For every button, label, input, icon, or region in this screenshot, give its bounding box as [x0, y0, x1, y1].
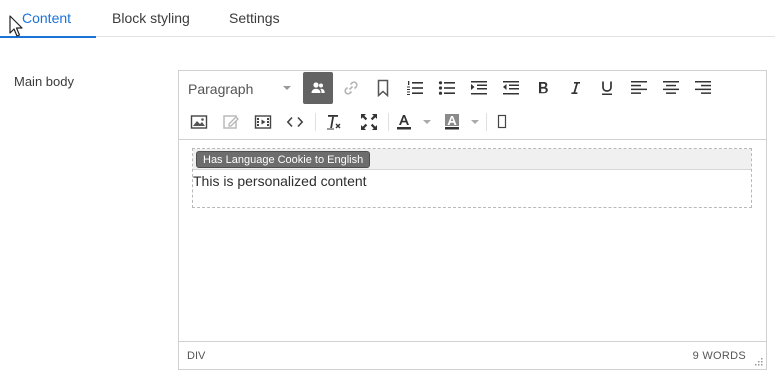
- code-icon: [286, 114, 304, 130]
- outdent-icon: [502, 80, 520, 96]
- ordered-list-button[interactable]: [400, 73, 430, 103]
- align-left-icon: [630, 80, 648, 96]
- insert-image-button[interactable]: [184, 107, 214, 137]
- personalized-block-header: Has Language Cookie to English: [193, 149, 751, 170]
- tab-block-styling[interactable]: Block styling: [112, 0, 190, 37]
- special-char-icon: [496, 114, 508, 130]
- rich-text-editor: Paragraph Has Language Cookie to English…: [178, 70, 767, 370]
- align-center-button[interactable]: [656, 73, 686, 103]
- source-code-button[interactable]: [280, 107, 310, 137]
- resize-handle-icon[interactable]: [754, 357, 763, 366]
- indent-icon: [470, 80, 488, 96]
- tab-settings[interactable]: Settings: [229, 0, 280, 37]
- align-right-button[interactable]: [688, 73, 718, 103]
- text-color-dropdown-icon[interactable]: [423, 120, 431, 124]
- toolbar-separator: [315, 113, 316, 131]
- clear-format-button[interactable]: [319, 107, 349, 137]
- align-center-icon: [662, 80, 680, 96]
- underline-icon: [600, 80, 614, 96]
- format-select-value: Paragraph: [188, 81, 254, 97]
- link-button[interactable]: [336, 73, 366, 103]
- bold-button[interactable]: [528, 73, 558, 103]
- italic-button[interactable]: [560, 73, 590, 103]
- background-color-dropdown-icon[interactable]: [471, 120, 479, 124]
- word-count: 9 WORDS: [692, 350, 746, 362]
- text-color-icon: [395, 113, 413, 131]
- bullet-list-icon: [438, 80, 456, 96]
- italic-icon: [568, 80, 582, 96]
- background-color-icon: [443, 113, 461, 131]
- personalized-text[interactable]: This is personalized content: [193, 173, 367, 189]
- align-right-icon: [694, 80, 712, 96]
- align-left-button[interactable]: [624, 73, 654, 103]
- clear-format-icon: [325, 113, 343, 131]
- tab-content[interactable]: Content: [0, 0, 97, 38]
- toolbar-row-2: [179, 105, 766, 139]
- indent-button[interactable]: [464, 73, 494, 103]
- ordered-list-icon: [406, 80, 424, 96]
- format-select[interactable]: Paragraph: [179, 71, 303, 105]
- edit-image-icon: [222, 113, 240, 131]
- edit-image-button[interactable]: [216, 107, 246, 137]
- fullscreen-icon: [360, 113, 378, 131]
- background-color-button[interactable]: [437, 107, 467, 137]
- insert-media-button[interactable]: [248, 107, 278, 137]
- personalize-button[interactable]: [303, 72, 333, 104]
- personalized-content-block[interactable]: Has Language Cookie to English This is p…: [192, 148, 752, 208]
- element-path[interactable]: DIV: [187, 350, 205, 362]
- special-character-button[interactable]: [487, 107, 517, 137]
- fullscreen-button[interactable]: [354, 107, 384, 137]
- field-label-main-body: Main body: [14, 74, 74, 89]
- text-color-button[interactable]: [389, 107, 419, 137]
- link-icon: [342, 79, 360, 97]
- bookmark-icon: [376, 79, 390, 97]
- bullet-list-button[interactable]: [432, 73, 462, 103]
- chevron-down-icon: [283, 86, 291, 90]
- toolbar-row-1: Paragraph: [179, 71, 766, 105]
- personalize-icon: [310, 80, 326, 96]
- visitor-group-badge[interactable]: Has Language Cookie to English: [196, 151, 371, 168]
- media-icon: [254, 114, 272, 130]
- editor-content-area[interactable]: Has Language Cookie to English This is p…: [179, 141, 766, 341]
- editor-toolbar: Paragraph: [179, 71, 766, 140]
- image-icon: [190, 114, 208, 130]
- editor-statusbar: DIV 9 WORDS: [179, 341, 766, 369]
- tab-bar: Content Block styling Settings: [0, 0, 775, 38]
- anchor-button[interactable]: [368, 73, 398, 103]
- underline-button[interactable]: [592, 73, 622, 103]
- bold-icon: [536, 80, 550, 96]
- outdent-button[interactable]: [496, 73, 526, 103]
